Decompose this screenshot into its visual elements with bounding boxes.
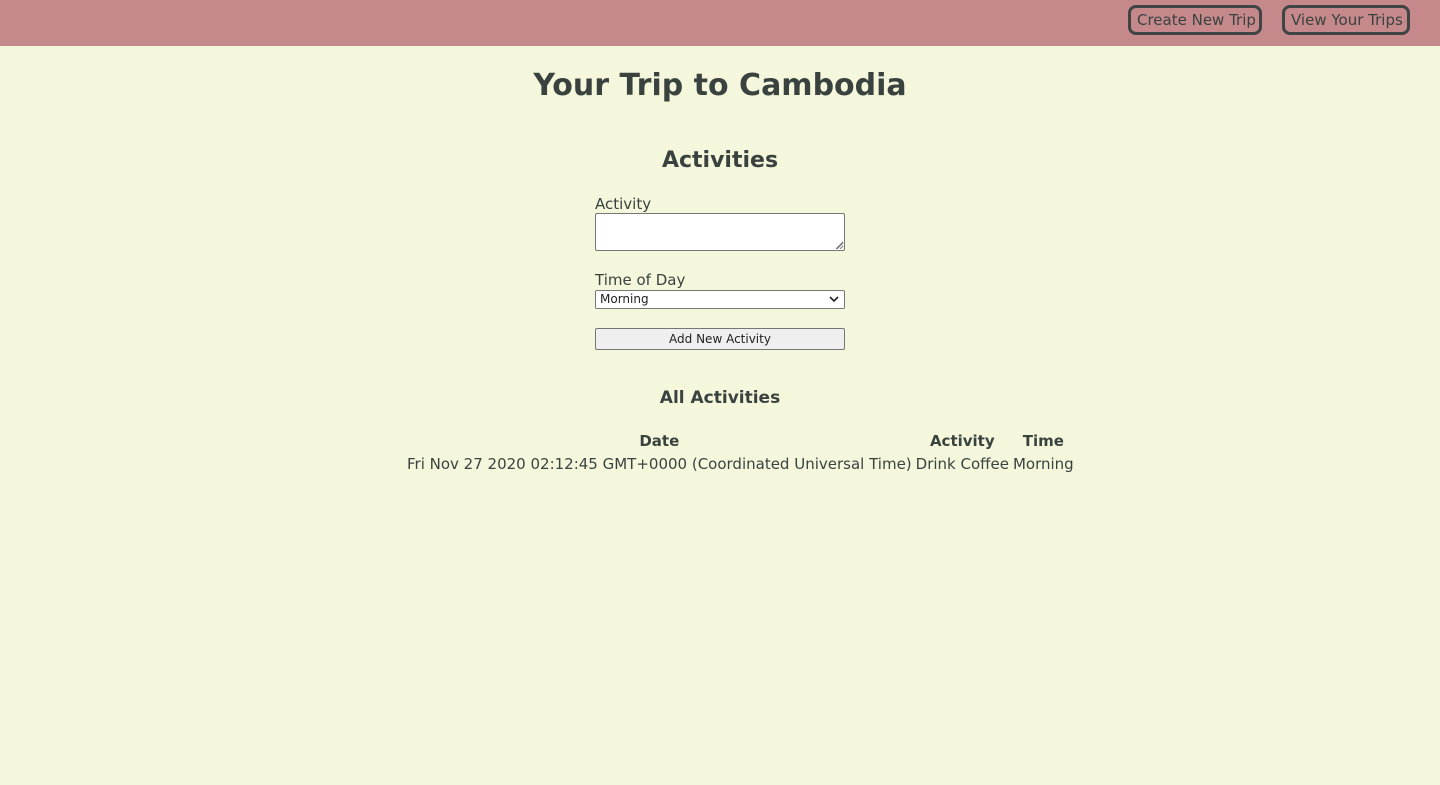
activities-table: Date Activity Time Fri Nov 27 2020 02:12… <box>404 429 1077 477</box>
create-new-trip-button[interactable]: Create New Trip <box>1128 5 1262 35</box>
column-header-activity: Activity <box>929 432 995 450</box>
activity-name-cell: Drink Coffee <box>915 455 1009 473</box>
column-header-date: Date <box>639 432 680 450</box>
view-your-trips-button[interactable]: View Your Trips <box>1282 5 1410 35</box>
activity-input[interactable] <box>595 213 845 251</box>
time-of-day-label: Time of Day <box>595 271 686 289</box>
activity-label: Activity <box>595 195 652 213</box>
time-of-day-select[interactable]: Morning <box>595 290 845 309</box>
add-new-activity-button[interactable]: Add New Activity <box>595 328 845 350</box>
time-of-day-selected-value: Morning <box>600 292 649 306</box>
table-row: Fri Nov 27 2020 02:12:45 GMT+0000 (Coord… <box>406 454 1075 475</box>
all-activities-title: All Activities <box>659 388 781 408</box>
activity-time-cell: Morning <box>1012 455 1074 473</box>
chevron-down-icon <box>829 296 839 303</box>
activity-date-cell: Fri Nov 27 2020 02:12:45 GMT+0000 (Coord… <box>407 455 912 473</box>
top-nav-bar: Create New Trip View Your Trips <box>0 0 1440 46</box>
activities-section-title: Activities <box>661 148 779 173</box>
column-header-time: Time <box>1022 432 1064 450</box>
table-header-row: Date Activity Time <box>406 431 1075 452</box>
page-title: Your Trip to Cambodia <box>533 68 907 103</box>
